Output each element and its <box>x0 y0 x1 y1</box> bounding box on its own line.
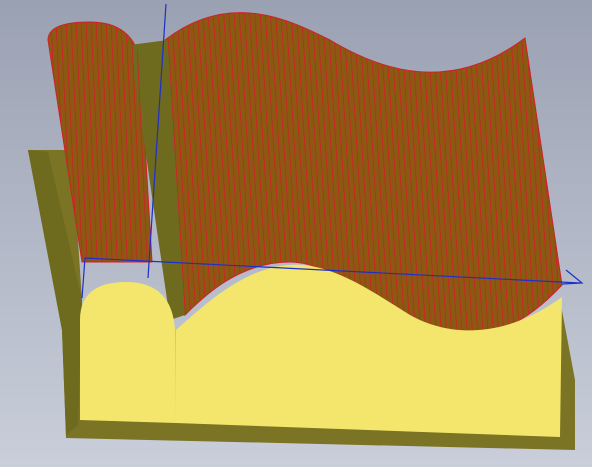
toolpath-line <box>571 0 592 350</box>
toolpath-line <box>576 0 592 350</box>
front-face-arch <box>80 282 176 423</box>
cad-scene[interactable] <box>0 0 592 467</box>
toolpath-line <box>566 0 588 350</box>
toolpath-line <box>555 12 562 334</box>
toolpath-line <box>560 12 562 334</box>
3d-viewport[interactable] <box>0 0 592 467</box>
